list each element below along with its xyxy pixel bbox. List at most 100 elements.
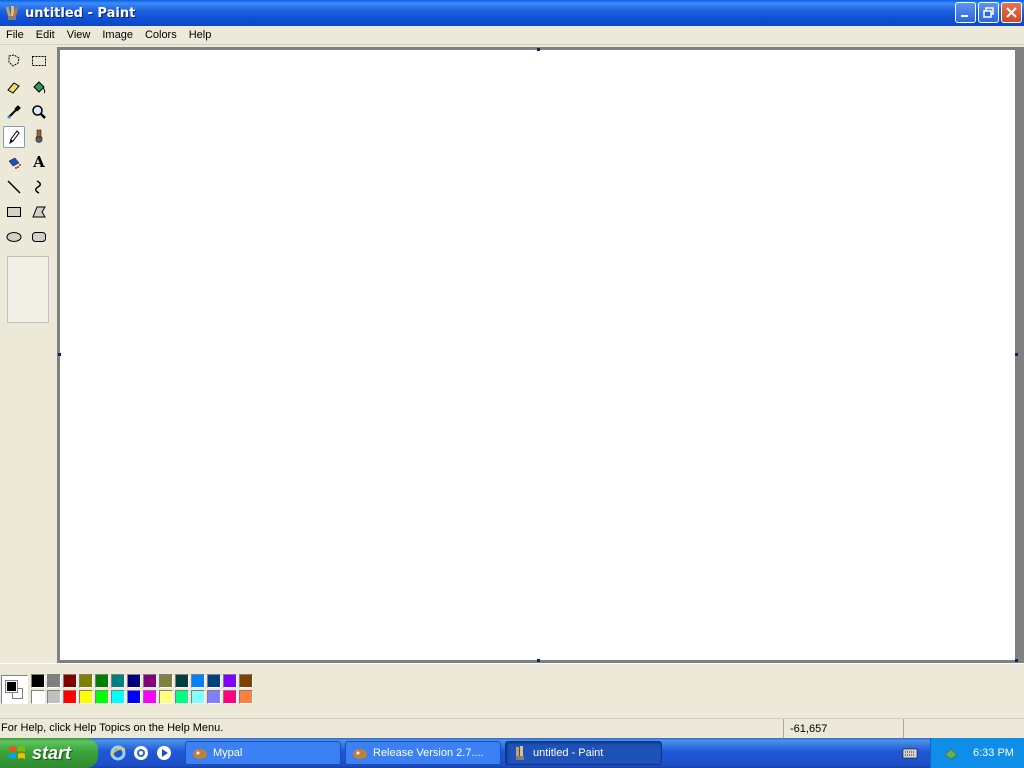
network-tray-icon[interactable] (943, 745, 959, 761)
pencil-icon (9, 130, 20, 145)
tool-polygon[interactable] (28, 201, 50, 223)
title-bar[interactable]: untitled - Paint (0, 0, 1024, 26)
tool-rounded-rectangle[interactable] (28, 226, 50, 248)
browser-quicklaunch-icon[interactable] (132, 744, 150, 762)
color-swatch[interactable] (223, 690, 237, 704)
task-label: Mypal (213, 747, 243, 759)
restore-icon (983, 7, 994, 18)
restore-button[interactable] (978, 2, 999, 23)
mypal-icon (353, 749, 367, 759)
color-swatch[interactable] (47, 674, 61, 688)
color-swatch[interactable] (111, 674, 125, 688)
polygon-icon (32, 206, 46, 218)
color-swatch[interactable] (191, 674, 205, 688)
color-swatch[interactable] (111, 690, 125, 704)
color-swatch[interactable] (95, 690, 109, 704)
color-palette (0, 663, 1024, 713)
task-paint[interactable]: untitled - Paint (505, 741, 662, 765)
toolbox: A (0, 47, 54, 663)
brush-icon (35, 129, 43, 143)
status-help-text: For Help, click Help Topics on the Help … (1, 722, 224, 734)
task-label: untitled - Paint (533, 747, 604, 759)
color-swatch[interactable] (95, 674, 109, 688)
menu-help[interactable]: Help (183, 26, 218, 45)
internet-explorer-icon[interactable] (109, 744, 127, 762)
task-release-version[interactable]: Release Version 2.7.... (345, 741, 501, 765)
start-label: start (32, 742, 72, 763)
menu-view[interactable]: View (61, 26, 97, 45)
menu-file[interactable]: File (0, 26, 30, 45)
tool-eraser[interactable] (3, 76, 25, 98)
color-swatch[interactable] (127, 674, 141, 688)
airbrush-icon (8, 157, 21, 169)
color-swatch[interactable] (31, 674, 45, 688)
start-button[interactable]: start (0, 738, 98, 768)
resize-handle-corner[interactable] (1015, 659, 1018, 662)
minimize-icon (961, 15, 968, 17)
color-swatch[interactable] (239, 690, 253, 704)
mypal-icon (193, 749, 207, 759)
media-player-icon[interactable] (155, 744, 173, 762)
taskbar: start Mypal Release Version 2.7.... unti… (0, 738, 1024, 768)
menu-image[interactable]: Image (96, 26, 139, 45)
foreground-color-swatch (5, 680, 18, 693)
resize-handle-left (58, 353, 61, 356)
tool-text[interactable]: A (28, 151, 50, 173)
color-swatch[interactable] (127, 690, 141, 704)
task-mypal[interactable]: Mypal (185, 741, 341, 765)
rect-select-icon (32, 56, 46, 66)
color-swatch[interactable] (207, 690, 221, 704)
paint-app-icon (516, 746, 524, 760)
free-form-select-icon (8, 54, 20, 67)
current-colors (1, 675, 28, 704)
minimize-button[interactable] (955, 2, 976, 23)
tool-magnifier[interactable] (28, 101, 50, 123)
canvas-area[interactable] (57, 47, 1024, 663)
color-swatch[interactable] (191, 690, 205, 704)
resize-handle-right[interactable] (1015, 353, 1018, 356)
tool-curve[interactable] (28, 176, 50, 198)
color-swatch[interactable] (143, 674, 157, 688)
curve-icon (35, 180, 41, 194)
color-swatch[interactable] (143, 690, 157, 704)
drawing-canvas[interactable] (60, 50, 1015, 660)
tool-fill[interactable] (28, 76, 50, 98)
menu-bar: File Edit View Image Colors Help (0, 26, 1024, 45)
close-button[interactable] (1001, 2, 1022, 23)
color-swatch[interactable] (63, 690, 77, 704)
color-swatch[interactable] (159, 690, 173, 704)
menu-colors[interactable]: Colors (139, 26, 183, 45)
task-label: Release Version 2.7.... (373, 747, 484, 759)
color-swatch[interactable] (63, 674, 77, 688)
tool-rectangle[interactable] (3, 201, 25, 223)
color-swatch[interactable] (79, 674, 93, 688)
color-swatch[interactable] (223, 674, 237, 688)
tool-ellipse[interactable] (3, 226, 25, 248)
line-icon (7, 180, 21, 194)
tool-pencil[interactable] (3, 126, 25, 148)
color-swatch[interactable] (31, 690, 45, 704)
tool-free-form-select[interactable] (3, 50, 25, 72)
keyboard-language-icon[interactable] (902, 745, 918, 761)
color-swatch[interactable] (79, 690, 93, 704)
paint-app-icon (5, 6, 19, 20)
tool-airbrush[interactable] (3, 151, 25, 173)
tool-line[interactable] (3, 176, 25, 198)
tool-pick-color[interactable] (3, 101, 25, 123)
paint-bucket-icon (33, 81, 46, 94)
tool-select[interactable] (28, 50, 50, 72)
menu-edit[interactable]: Edit (30, 26, 61, 45)
status-size-pane (903, 719, 1024, 739)
tool-options-panel[interactable] (7, 256, 49, 323)
eyedropper-icon (7, 105, 21, 119)
tool-brush[interactable] (28, 126, 50, 148)
resize-handle-bottom[interactable] (537, 659, 540, 662)
color-swatch[interactable] (159, 674, 173, 688)
color-swatch[interactable] (239, 674, 253, 688)
color-swatch[interactable] (175, 674, 189, 688)
color-swatch[interactable] (207, 674, 221, 688)
color-swatch[interactable] (175, 690, 189, 704)
text-tool-icon: A (33, 153, 45, 171)
color-swatch[interactable] (47, 690, 61, 704)
rectangle-icon (7, 207, 21, 217)
